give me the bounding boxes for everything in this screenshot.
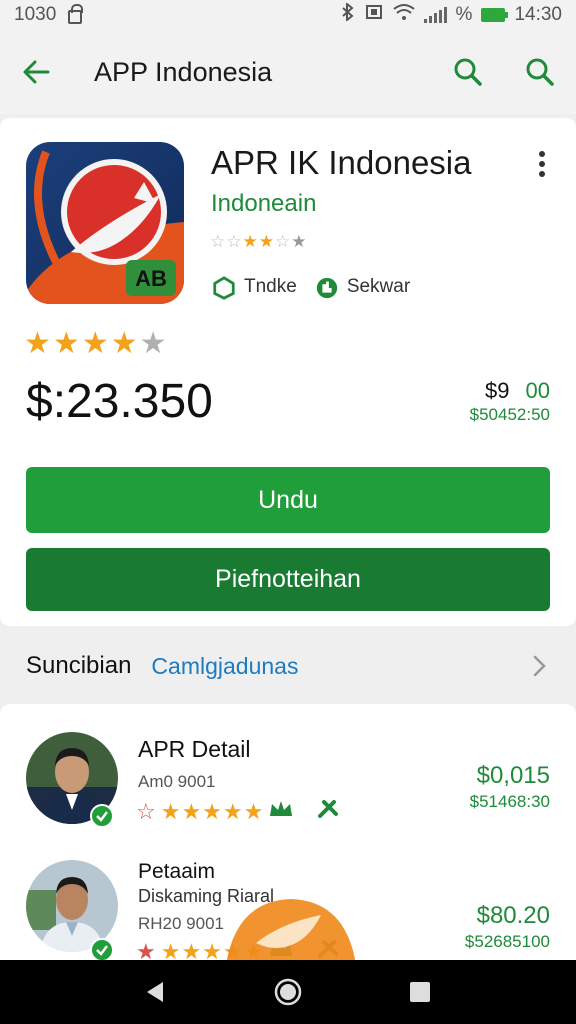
lock-icon [68,4,84,24]
hexagon-icon [212,275,236,300]
secondary-action-button[interactable]: Piefnotteihan [26,548,550,611]
home-nav-icon[interactable] [268,972,308,1012]
back-arrow-icon[interactable] [18,54,54,90]
search-icon[interactable] [450,54,486,90]
app-logo-text: AB [135,266,167,291]
item-price: $0,015 [476,762,550,789]
price-value: $:23.350 [26,375,213,428]
side-price: $9 00 [485,378,550,404]
install-button[interactable]: Undu [26,467,550,533]
item-meta: RH20 9001 [138,914,225,933]
search-icon-secondary[interactable] [522,54,558,90]
status-time-left: 1030 [14,4,57,25]
item-price-sub: $52685100 [464,932,550,951]
list-item[interactable]: APR Detail Am0 9001 ☆ ★★★★★ $0,015 $51468… [0,730,576,850]
battery-label: % [455,4,473,25]
system-nav-bar [0,960,576,1024]
signal-icon [423,7,447,23]
tag-label-1: Tndke [244,276,297,297]
item-rating-stars: ☆ ★★★★★ [136,798,340,826]
wifi-icon [392,3,415,27]
developer-link[interactable]: Indoneain [211,190,316,218]
chevron-right-icon[interactable] [528,655,550,677]
puzzle-icon [315,275,339,299]
crown-icon [268,798,294,826]
item-price: $80.20 [476,902,550,929]
verified-check-icon [90,804,114,828]
bluetooth-icon [341,1,355,27]
app-logo-icon[interactable]: AB [26,142,184,304]
app-tags: Tndke Sekwar [212,275,411,300]
side-price-b: 00 [525,378,550,403]
battery-icon [481,8,509,22]
app-bar: APP Indonesia [0,30,576,114]
recents-nav-icon[interactable] [400,972,440,1012]
vibrate-icon [364,4,384,26]
app-details-card: AB APR IK Indonesia Indoneain ☆☆★★☆★ Tnd… [0,118,576,626]
small-rating-stars: ☆☆★★☆★ [210,232,308,251]
floating-logo-image [226,893,356,965]
app-name: APR IK Indonesia [211,144,472,181]
section-link[interactable]: Camlgjadunas [151,653,298,680]
more-options-icon[interactable] [528,148,556,184]
item-title: Petaaim [138,860,216,883]
back-nav-icon[interactable] [136,972,176,1012]
tag-label-2: Sekwar [346,276,411,297]
status-time-right: 14:30 [514,4,562,25]
tools-icon [316,798,340,826]
side-price-sub: $50452:50 [469,405,550,424]
item-title: APR Detail [138,736,251,762]
side-price-a: $9 [485,378,510,403]
section-title: Suncibian [26,652,132,679]
verified-check-icon [90,938,114,962]
item-meta: Am0 9001 [138,772,216,791]
rating-stars: ★★★★★ [24,327,169,360]
page-title: APP Indonesia [94,56,273,87]
section-header[interactable]: Suncibian Camlgjadunas [0,640,576,692]
status-bar: 1030 % 14:30 [0,0,576,30]
item-price-sub: $51468:30 [469,792,550,811]
